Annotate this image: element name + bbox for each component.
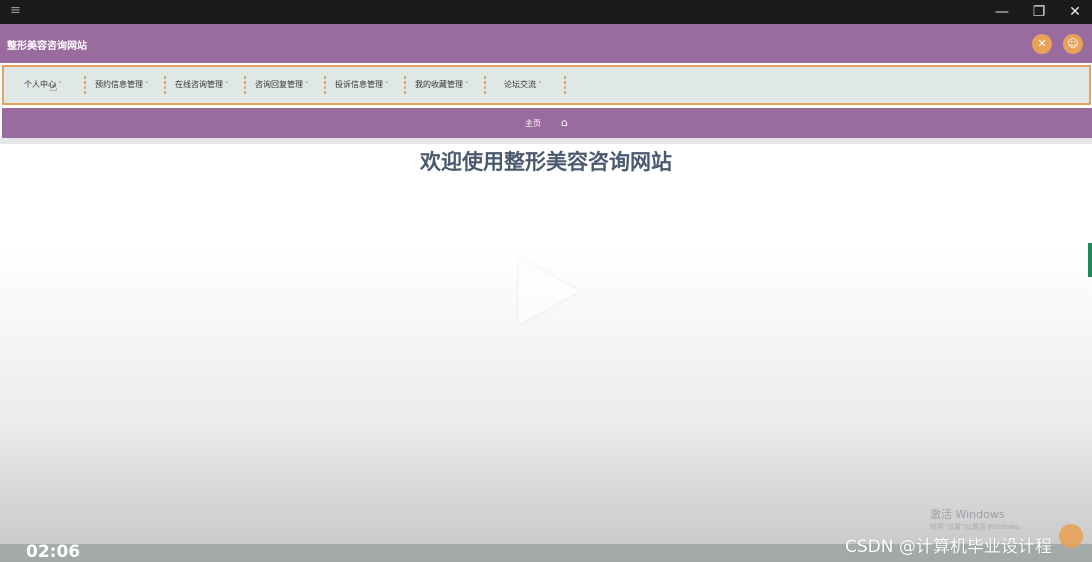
activate-windows-subtitle: 转到"设置"以激活 Windows。: [930, 523, 1026, 531]
csdn-watermark: CSDN @计算机毕业设计程: [845, 537, 1052, 557]
play-icon[interactable]: [519, 258, 579, 324]
chevron-down-icon: ˅: [385, 81, 389, 89]
welcome-heading: 欢迎使用整形美容咨询网站: [420, 150, 672, 174]
floating-button[interactable]: [1059, 524, 1083, 548]
screen: ≡ — ❐ ✕ 整形美容咨询网站 ✕ ☺ 个人中心 ˅ ☝ 预约信息管理 ˅ 在线咨…: [0, 0, 1092, 562]
user-icon: ☺: [1067, 37, 1079, 50]
side-tab[interactable]: [1088, 243, 1092, 277]
close-button[interactable]: ✕: [1064, 2, 1086, 22]
activate-windows-title: 激活 Windows: [930, 508, 1005, 521]
restore-button[interactable]: ❐: [1028, 2, 1050, 22]
nav-item-complaints[interactable]: 投诉信息管理 ˅: [335, 67, 389, 103]
window-titlebar: ≡ — ❐ ✕: [0, 0, 1092, 24]
video-timestamp: 02:06: [26, 542, 81, 562]
main-nav: 个人中心 ˅ ☝ 预约信息管理 ˅ 在线咨询管理 ˅ 咨询回复管理 ˅ 投诉信息管理 ˅ …: [2, 65, 1091, 105]
chevron-down-icon: ˅: [305, 81, 309, 89]
nav-item-forum[interactable]: 论坛交流 ˅: [504, 67, 542, 103]
site-title: 整形美容咨询网站: [7, 41, 87, 52]
home-icon[interactable]: ⌂: [561, 116, 568, 129]
nav-separator: [324, 76, 326, 94]
chevron-down-icon: ˅: [465, 81, 469, 89]
nav-separator: [84, 76, 86, 94]
nav-item-favorites[interactable]: 我的收藏管理 ˅: [415, 67, 469, 103]
nav-separator: [404, 76, 406, 94]
nav-separator: [564, 76, 566, 94]
chevron-down-icon: ˅: [538, 81, 542, 89]
nav-item-consult-reply[interactable]: 咨询回复管理 ˅: [255, 67, 309, 103]
minimize-button[interactable]: —: [991, 2, 1013, 22]
nav-separator: [484, 76, 486, 94]
breadcrumb: 主页 ⌂: [2, 108, 1092, 138]
breadcrumb-home-link[interactable]: 主页: [525, 118, 541, 129]
hamburger-menu-icon[interactable]: ≡: [10, 4, 24, 18]
chevron-down-icon: ˅: [145, 81, 149, 89]
nav-item-appointments[interactable]: 预约信息管理 ˅: [95, 67, 149, 103]
fullscreen-button[interactable]: ✕: [1032, 34, 1052, 54]
user-button[interactable]: ☺: [1063, 34, 1083, 54]
divider: [0, 138, 1092, 144]
site-header: 整形美容咨询网站 ✕ ☺: [0, 24, 1092, 63]
hand-cursor-icon: ☝: [50, 80, 58, 94]
expand-icon: ✕: [1037, 37, 1047, 50]
nav-separator: [164, 76, 166, 94]
chevron-down-icon: ˅: [225, 81, 229, 89]
chevron-down-icon: ˅: [58, 81, 62, 89]
nav-separator: [244, 76, 246, 94]
nav-item-online-consult[interactable]: 在线咨询管理 ˅: [175, 67, 229, 103]
